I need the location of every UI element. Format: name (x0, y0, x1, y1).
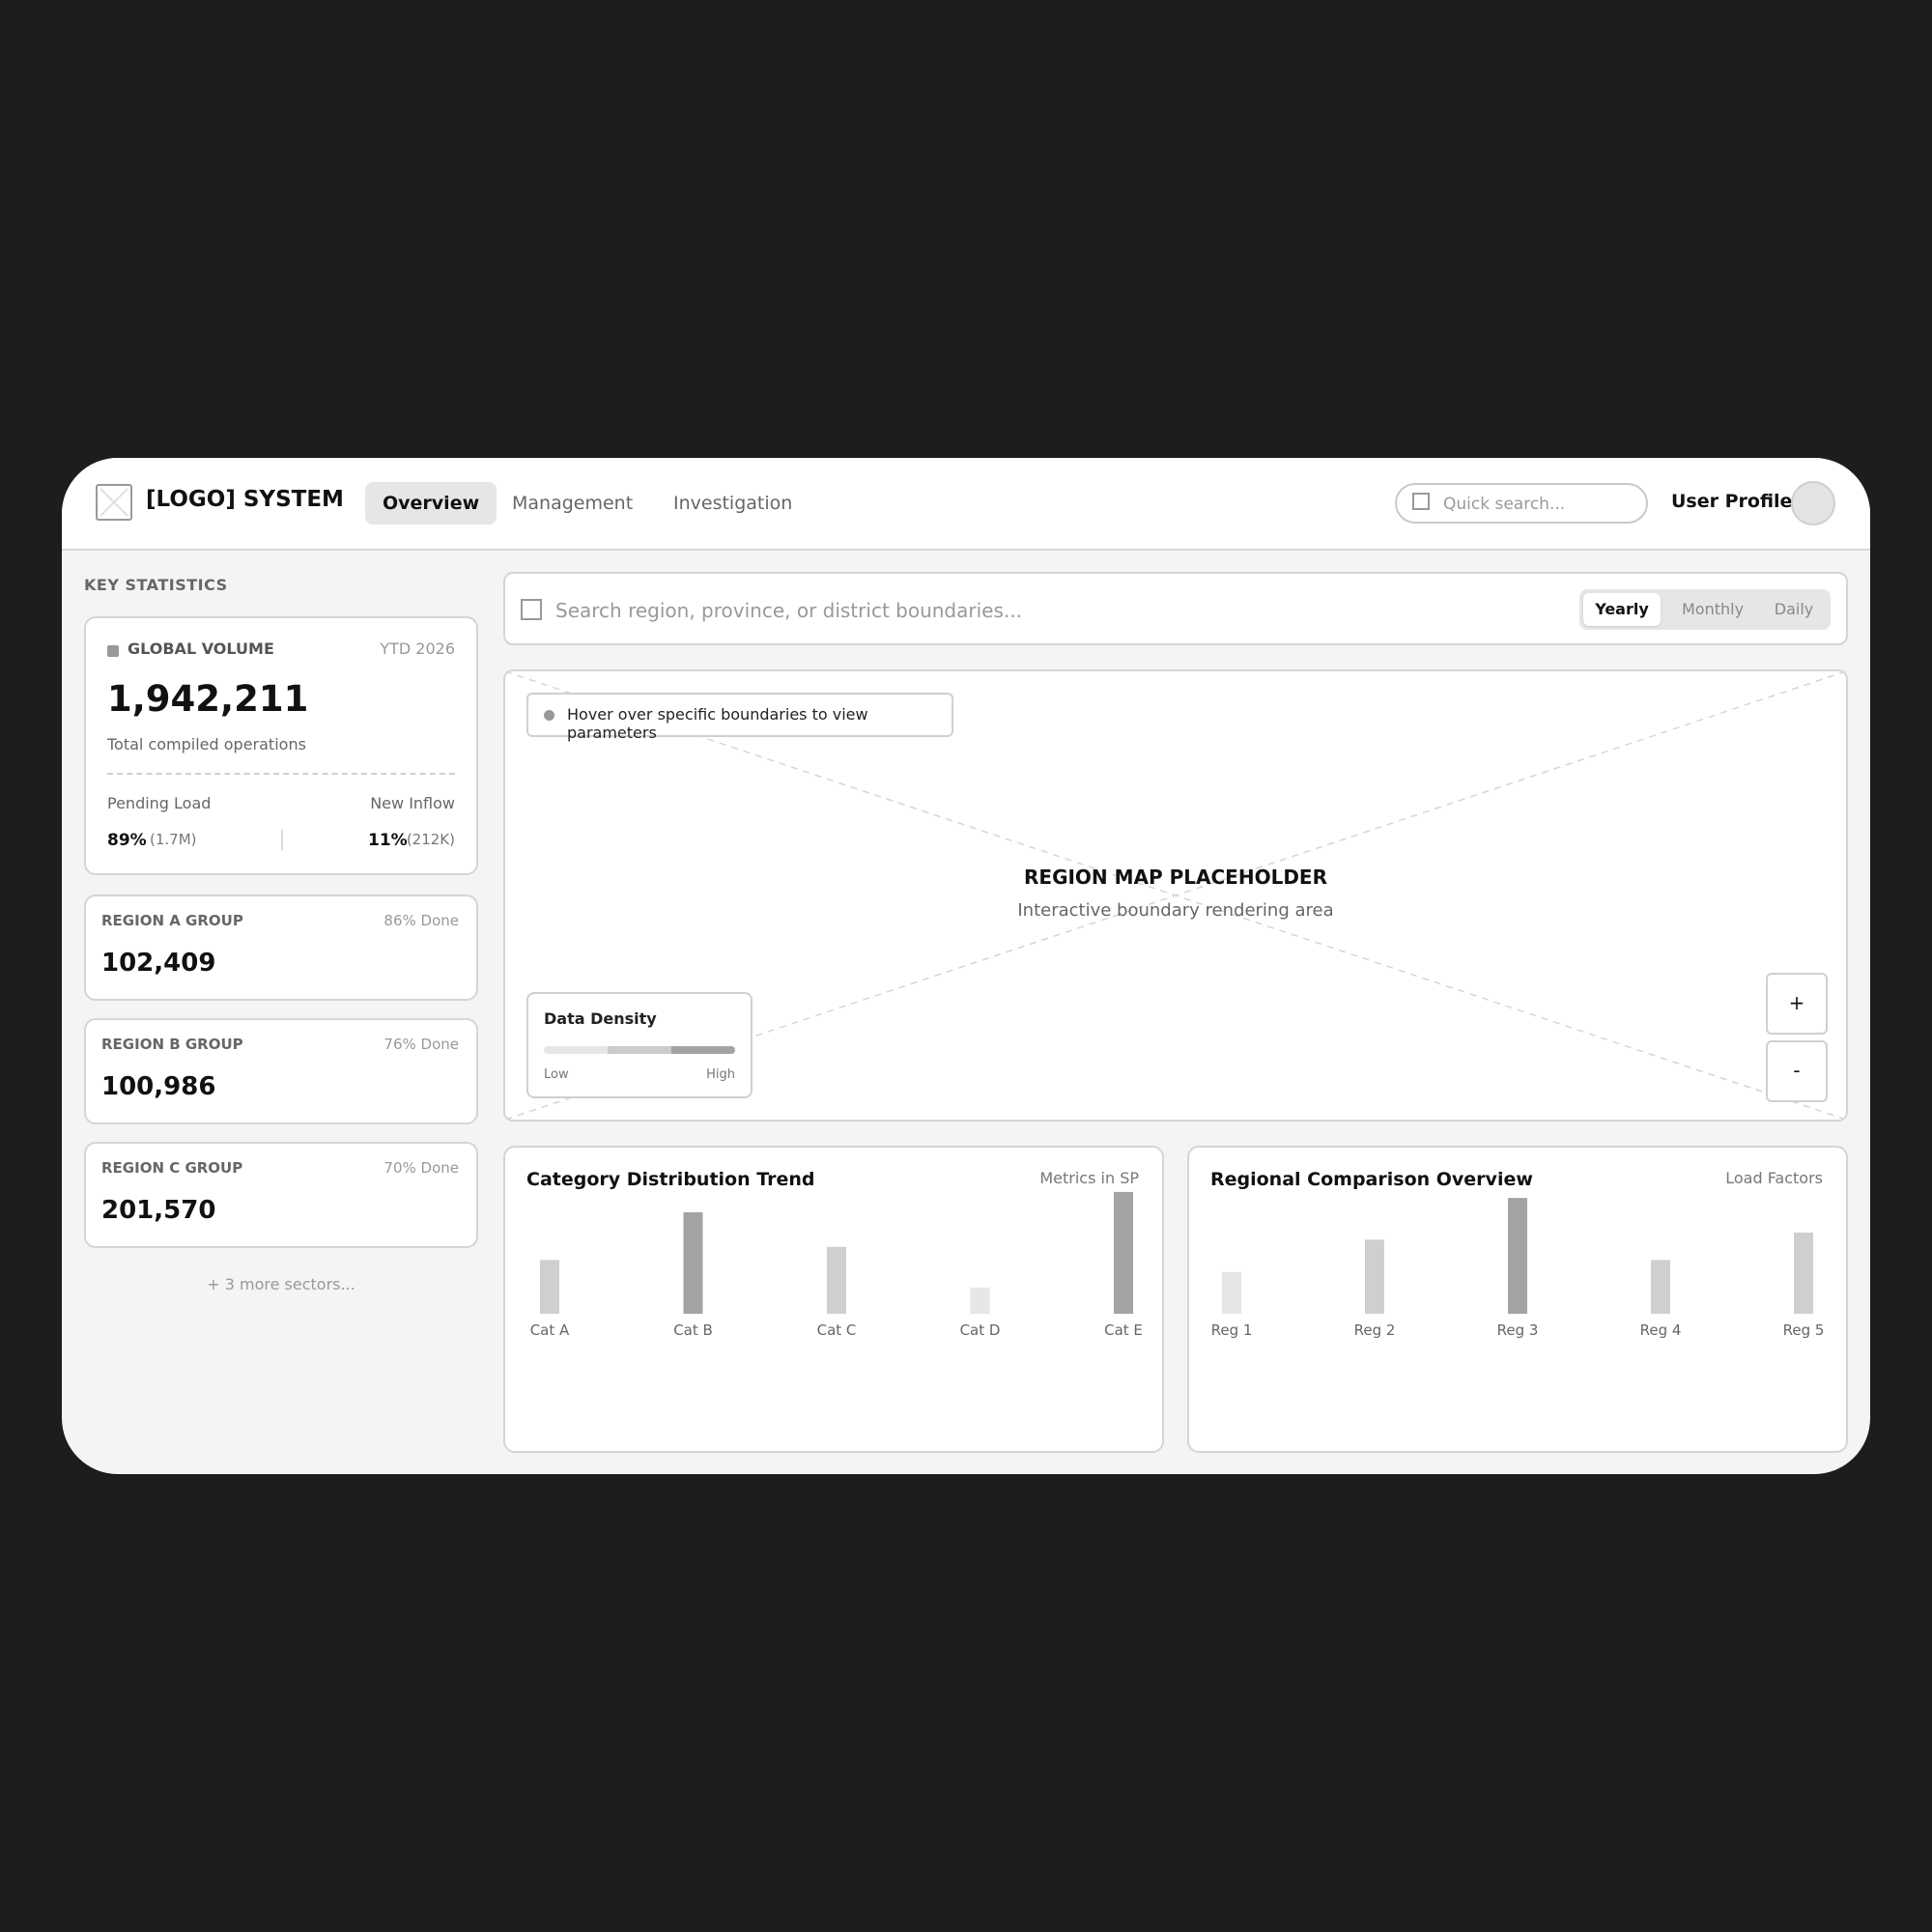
region-c-card[interactable]: REGION C GROUP 70% Done 201,570 (84, 1142, 478, 1248)
bar-reg-3[interactable] (1508, 1198, 1527, 1314)
map-title: REGION MAP PLACEHOLDER (1024, 866, 1327, 889)
chart-units: Metrics in SP (1039, 1169, 1139, 1187)
period-monthly-button[interactable]: Monthly (1668, 593, 1757, 626)
regional-chart-card: Reg 1 Reg 2 Reg 3 Reg 4 Reg 5 Regional Compa… (1187, 1146, 1848, 1453)
legend-step-mid (608, 1046, 671, 1054)
nav-tab-overview[interactable]: Overview (365, 482, 497, 525)
search-icon (1412, 493, 1430, 510)
zoom-in-button[interactable]: + (1766, 973, 1828, 1035)
bar-reg-2[interactable] (1365, 1239, 1384, 1314)
nav-tab-management[interactable]: Management (495, 482, 650, 525)
tick-label: Cat D (960, 1321, 1001, 1339)
new-inflow-percent: 11% (368, 831, 408, 850)
legend-high-label: High (706, 1067, 735, 1082)
global-volume-label: GLOBAL VOLUME (128, 639, 274, 658)
app-title: [LOGO] SYSTEM (146, 487, 344, 512)
region-a-card[interactable]: REGION A GROUP 86% Done 102,409 (84, 895, 478, 1001)
region-map[interactable]: Hover over specific boundaries to view p… (503, 669, 1848, 1122)
legend-title: Data Density (544, 1009, 657, 1028)
more-sectors-link[interactable]: + 3 more sectors... (84, 1275, 478, 1293)
tick-label: Cat B (673, 1321, 713, 1339)
tick-label: Reg 4 (1640, 1321, 1682, 1339)
legend-gradient (544, 1046, 735, 1054)
pending-load-percent: 89% (107, 831, 147, 850)
bar-reg-1[interactable] (1222, 1271, 1241, 1314)
region-label: REGION B GROUP (101, 1036, 243, 1053)
square-icon (107, 645, 119, 657)
tick-label: Cat E (1104, 1321, 1143, 1339)
region-value: 102,409 (101, 949, 216, 978)
search-icon (521, 599, 542, 620)
quick-search[interactable] (1395, 483, 1648, 524)
density-legend: Data Density Low High (526, 992, 753, 1098)
quick-search-input[interactable] (1441, 491, 1638, 518)
global-volume-subtitle: Total compiled operations (107, 735, 306, 753)
region-progress: 76% Done (384, 1036, 459, 1053)
top-header: [LOGO] SYSTEM Overview Management Invest… (62, 458, 1870, 551)
dot-icon (544, 710, 554, 721)
map-subtitle: Interactive boundary rendering area (1017, 900, 1334, 921)
pending-load-absolute: (1.7M) (150, 831, 197, 848)
period-yearly-button[interactable]: Yearly (1583, 593, 1661, 626)
global-volume-card: GLOBAL VOLUME YTD 2026 1,942,211 Total c… (84, 616, 478, 875)
tick-label: Cat A (530, 1321, 570, 1339)
tick-label: Reg 1 (1211, 1321, 1253, 1339)
map-hint-text: Hover over specific boundaries to view p… (567, 705, 868, 742)
chart-units: Load Factors (1725, 1169, 1823, 1187)
sidebar-title: KEY STATISTICS (84, 576, 228, 594)
tick-label: Reg 2 (1354, 1321, 1396, 1339)
legend-step-low (544, 1046, 608, 1054)
regional-bar-chart: Reg 1 Reg 2 Reg 3 Reg 4 Reg 5 (1211, 1198, 1825, 1339)
bar-cat-a[interactable] (540, 1260, 559, 1314)
bar-cat-d[interactable] (970, 1287, 990, 1314)
map-search-bar: Yearly Monthly Daily (503, 572, 1848, 645)
chart-title: Category Distribution Trend (526, 1169, 815, 1190)
zoom-out-button[interactable]: - (1766, 1040, 1828, 1102)
map-hint-tooltip: Hover over specific boundaries to view p… (526, 693, 953, 742)
period-daily-button[interactable]: Daily (1761, 593, 1827, 626)
user-profile-label[interactable]: User Profile (1671, 491, 1792, 512)
global-volume-period: YTD 2026 (380, 639, 455, 658)
legend-low-label: Low (544, 1067, 569, 1082)
bar-reg-5[interactable] (1794, 1232, 1813, 1314)
region-label: REGION A GROUP (101, 912, 243, 929)
nav-tab-investigation[interactable]: Investigation (656, 482, 810, 525)
bar-cat-e[interactable] (1114, 1191, 1133, 1314)
app-window: [LOGO] SYSTEM Overview Management Invest… (62, 458, 1870, 1474)
new-inflow-label: New Inflow (370, 794, 455, 812)
region-progress: 86% Done (384, 912, 459, 929)
region-progress: 70% Done (384, 1159, 459, 1177)
pending-load-label: Pending Load (107, 794, 212, 812)
vertical-divider (281, 829, 283, 850)
dashed-divider (107, 773, 455, 775)
tick-label: Reg 5 (1783, 1321, 1825, 1339)
bar-reg-4[interactable] (1651, 1260, 1670, 1314)
region-b-card[interactable]: REGION B GROUP 76% Done 100,986 (84, 1018, 478, 1124)
region-value: 100,986 (101, 1072, 216, 1101)
logo-icon[interactable] (96, 484, 132, 521)
avatar[interactable] (1791, 481, 1835, 526)
boundary-search-input[interactable] (554, 593, 1504, 628)
bar-cat-b[interactable] (683, 1211, 703, 1314)
chart-title: Regional Comparison Overview (1210, 1169, 1533, 1190)
region-value: 201,570 (101, 1196, 216, 1225)
region-label: REGION C GROUP (101, 1159, 243, 1177)
new-inflow-absolute: (212K) (406, 831, 455, 848)
period-toggle: Yearly Monthly Daily (1579, 589, 1831, 630)
legend-step-high (671, 1046, 735, 1054)
tick-label: Cat C (817, 1321, 857, 1339)
category-bar-chart: Cat A Cat B Cat C Cat D Cat E (530, 1191, 1143, 1339)
global-volume-value: 1,942,211 (107, 678, 309, 720)
bar-cat-c[interactable] (827, 1246, 846, 1314)
tick-label: Reg 3 (1497, 1321, 1539, 1339)
category-chart-card: Cat A Cat B Cat C Cat D Cat E Category Distr… (503, 1146, 1164, 1453)
